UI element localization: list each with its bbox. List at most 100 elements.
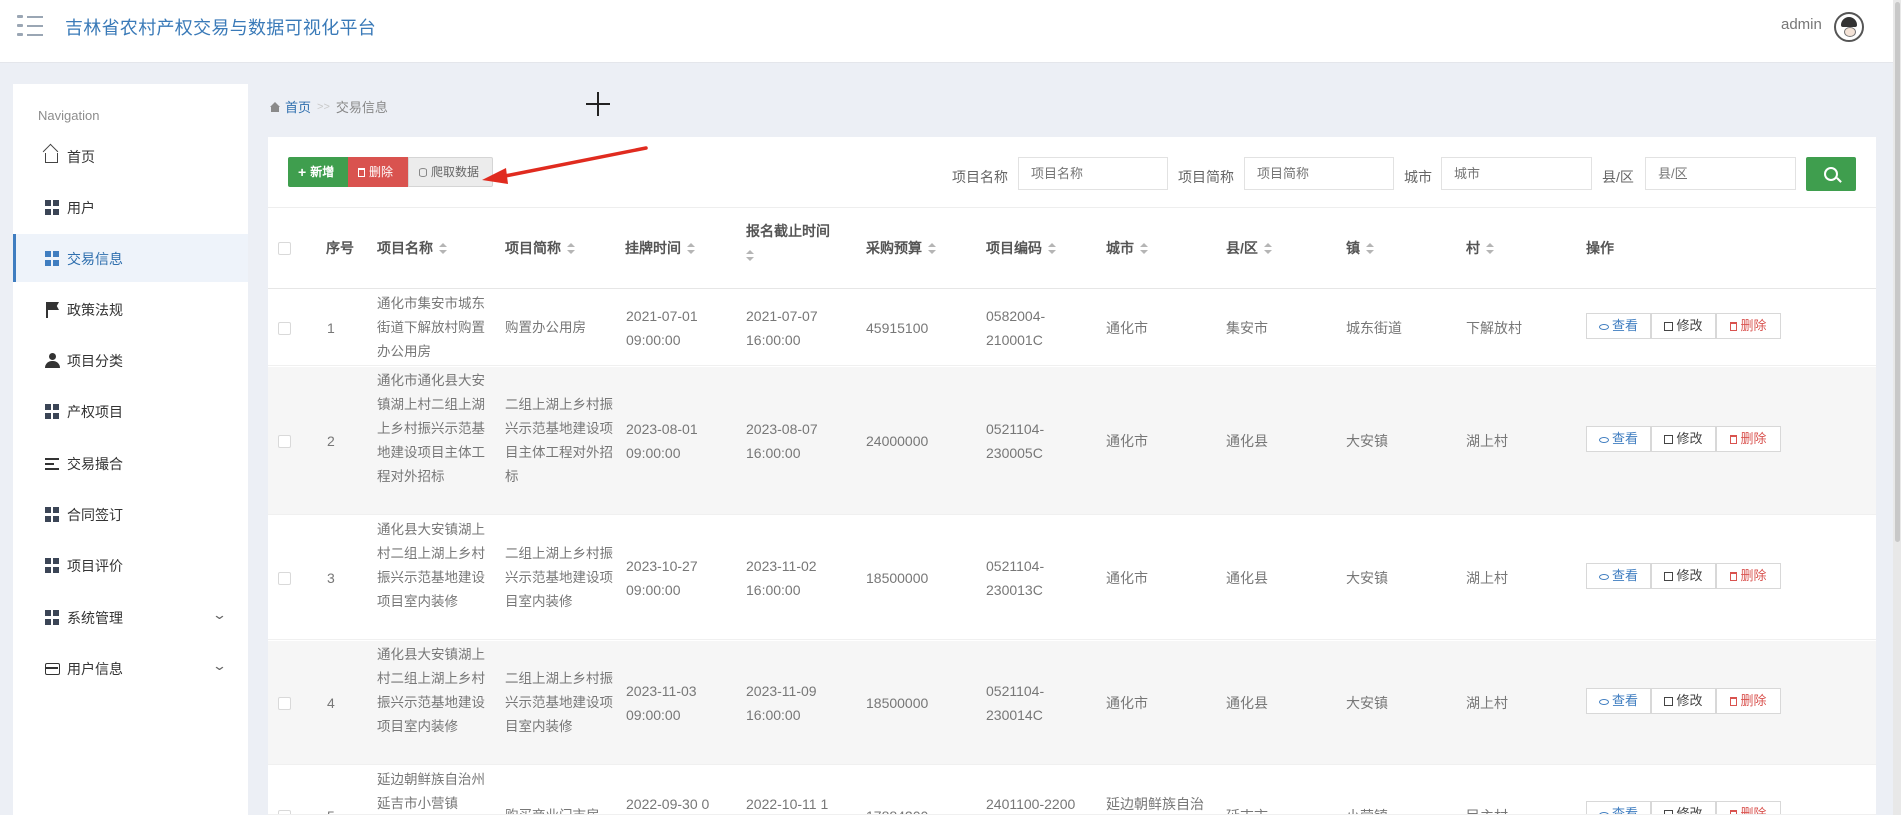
view-button[interactable]: 查看 (1586, 688, 1651, 714)
sort-icon (1140, 243, 1148, 255)
delete-button[interactable]: 删除 (348, 157, 408, 187)
grid-icon (45, 507, 60, 522)
chevron-down-icon: ⌄ (211, 658, 228, 673)
city-input[interactable] (1441, 157, 1592, 190)
add-button[interactable]: + 新增 (288, 157, 348, 187)
sort-icon (567, 243, 575, 255)
row-checkbox[interactable] (278, 322, 291, 335)
delete-row-button[interactable]: 删除 (1716, 426, 1781, 452)
delete-row-button[interactable]: 删除 (1716, 801, 1781, 814)
cell-deadline: 2023-08-07 16:00:00 (746, 421, 818, 461)
column-header-sortable[interactable]: 城市 (1106, 236, 1148, 260)
edit-button[interactable]: 修改 (1651, 426, 1716, 452)
grid-icon (45, 610, 60, 625)
cell-code: 0521104-230005C (986, 421, 1045, 461)
cell-listed: 2023-11-03 09:00:00 (626, 683, 697, 723)
column-header: 序号 (326, 240, 354, 256)
sidebar-item-label: 用户 (67, 200, 95, 216)
sidebar-item-users[interactable]: 用户 (13, 183, 248, 231)
column-header: 操作 (1586, 240, 1614, 256)
cell-city: 通化市 (1106, 320, 1148, 336)
sidebar-item-matching[interactable]: 交易撮合 (13, 439, 248, 487)
grid-icon (45, 558, 60, 573)
sidebar-item-label: 交易信息 (67, 251, 123, 267)
column-header-sortable[interactable]: 村 (1466, 236, 1494, 260)
column-header-sortable[interactable]: 采购预算 (866, 236, 936, 260)
row-checkbox[interactable] (278, 572, 291, 585)
edit-button[interactable]: 修改 (1651, 313, 1716, 339)
trash-icon (1730, 572, 1738, 582)
row-checkbox[interactable] (278, 810, 291, 814)
cell-no: 5 (327, 804, 335, 814)
project-name-input[interactable] (1018, 157, 1168, 190)
breadcrumb-home[interactable]: 首页 (269, 97, 311, 116)
search-button[interactable] (1806, 157, 1856, 191)
filter-label-abbr: 项目简称 (1178, 169, 1234, 185)
sidebar-item-home[interactable]: 首页 (13, 132, 248, 180)
sort-icon (928, 243, 936, 255)
cell-budget: 18500000 (866, 695, 929, 711)
person-icon (45, 353, 60, 368)
cell-listed: 2023-10-27 09:00:00 (626, 558, 698, 598)
view-button[interactable]: 查看 (1586, 801, 1651, 814)
sidebar-item-system[interactable]: 系统管理 ⌄ (13, 593, 248, 641)
project-abbr-input[interactable] (1244, 157, 1394, 190)
sidebar-item-transactions[interactable]: 交易信息 (13, 234, 248, 282)
cell-code: 0521104-230014C (986, 683, 1045, 723)
trash-icon (1730, 697, 1738, 707)
cell-village: 湖上村 (1466, 695, 1508, 711)
scrollbar-thumb[interactable] (1895, 2, 1900, 542)
cell-abbr: 二组上湖上乡村振兴示范基地建设项目室内装修 (505, 546, 613, 609)
sidebar-item-user-info[interactable]: 用户信息 ⌄ (13, 644, 248, 692)
cell-town: 大安镇 (1346, 433, 1388, 449)
cell-city: 通化市 (1106, 570, 1148, 586)
user-name[interactable]: admin (1781, 16, 1822, 33)
trash-icon (1730, 322, 1738, 332)
plus-icon: + (298, 164, 307, 180)
select-all-checkbox[interactable] (278, 242, 291, 255)
avatar[interactable] (1834, 12, 1864, 42)
cell-deadline: 2023-11-09 16:00:00 (746, 683, 817, 723)
edit-button[interactable]: 修改 (1651, 688, 1716, 714)
delete-row-button[interactable]: 删除 (1716, 313, 1781, 339)
view-button[interactable]: 查看 (1586, 426, 1651, 452)
column-header-sortable[interactable]: 镇 (1346, 236, 1374, 260)
county-input[interactable] (1645, 157, 1796, 190)
column-header-sortable[interactable]: 项目名称 (377, 236, 447, 260)
card-icon (45, 663, 60, 675)
cell-no: 2 (327, 433, 335, 449)
column-header-sortable[interactable]: 挂牌时间 (625, 236, 695, 260)
column-header-sortable[interactable]: 项目编码 (986, 236, 1056, 260)
column-header-sortable[interactable]: 报名截止时间 (746, 219, 846, 267)
menu-toggle-icon[interactable] (17, 15, 43, 37)
cell-county: 延吉市 (1226, 804, 1268, 814)
column-header-sortable[interactable]: 县/区 (1226, 236, 1272, 260)
edit-icon (1664, 810, 1674, 814)
cell-budget: 17884200 (866, 804, 928, 814)
sidebar-item-evaluation[interactable]: 项目评价 (13, 541, 248, 589)
home-icon (45, 153, 58, 163)
column-header-sortable[interactable]: 项目简称 (505, 236, 575, 260)
sidebar-item-contracts[interactable]: 合同签订 (13, 490, 248, 538)
row-checkbox[interactable] (278, 697, 291, 710)
sidebar-item-label: 首页 (67, 149, 95, 165)
cell-town: 大安镇 (1346, 570, 1388, 586)
edit-button[interactable]: 修改 (1651, 563, 1716, 589)
edit-button[interactable]: 修改 (1651, 801, 1716, 814)
edit-icon (1664, 572, 1674, 582)
sidebar-item-categories[interactable]: 项目分类 (13, 336, 248, 384)
cell-village: 湖上村 (1466, 433, 1508, 449)
sidebar-item-property-projects[interactable]: 产权项目 (13, 387, 248, 435)
view-button[interactable]: 查看 (1586, 313, 1651, 339)
view-button[interactable]: 查看 (1586, 563, 1651, 589)
row-checkbox[interactable] (278, 435, 291, 448)
cell-no: 1 (327, 320, 335, 336)
cell-budget: 24000000 (866, 433, 929, 449)
sidebar-item-label: 交易撮合 (67, 456, 123, 472)
delete-row-button[interactable]: 删除 (1716, 563, 1781, 589)
sidebar-item-policies[interactable]: 政策法规 (13, 285, 248, 333)
sidebar-item-label: 项目评价 (67, 558, 123, 574)
delete-row-button[interactable]: 删除 (1716, 688, 1781, 714)
cell-city: 通化市 (1106, 695, 1148, 711)
cell-county: 通化县 (1226, 695, 1268, 711)
